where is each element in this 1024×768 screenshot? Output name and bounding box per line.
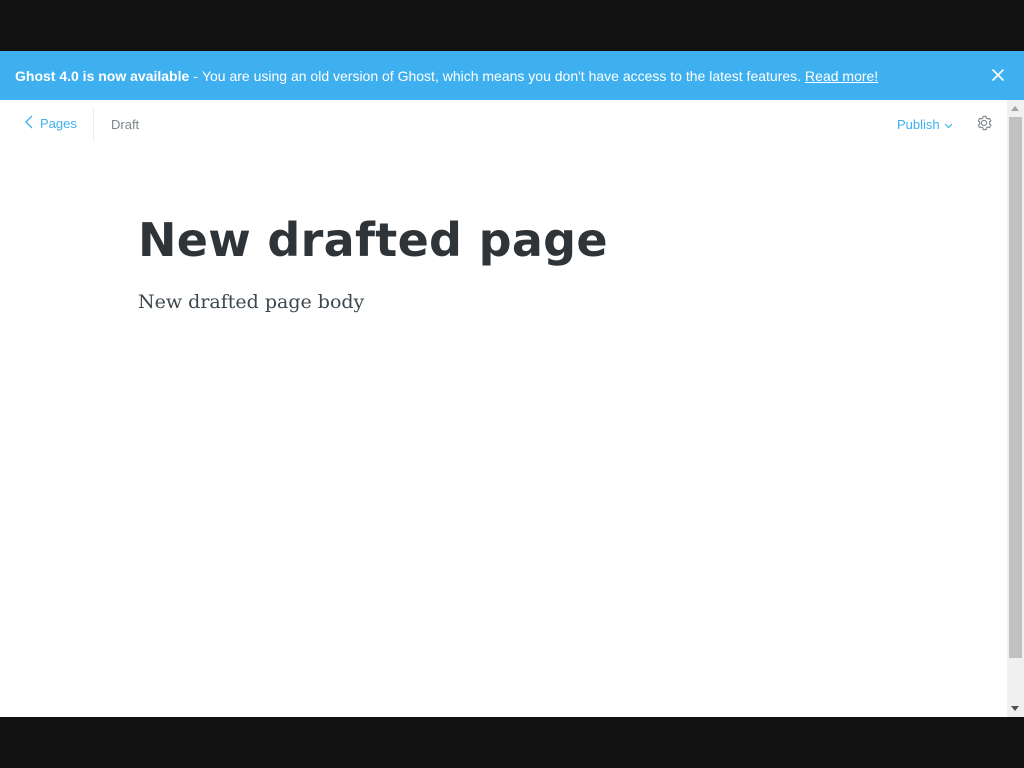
publish-button[interactable]: Publish [897, 117, 953, 132]
chevron-left-icon [24, 115, 40, 132]
close-icon[interactable] [990, 67, 1006, 83]
banner-message: You are using an old version of Ghost, w… [201, 67, 802, 84]
app-viewport: Ghost 4.0 is now available - You are usi… [0, 51, 1024, 717]
scroll-up-arrow[interactable] [1011, 106, 1019, 111]
editor-header: Pages Draft Publish [0, 100, 1007, 150]
scroll-thumb[interactable] [1009, 117, 1022, 658]
status-label: Draft [111, 117, 140, 132]
chevron-down-icon [940, 117, 953, 132]
page-title[interactable]: New drafted page [138, 213, 608, 267]
vertical-scrollbar[interactable] [1007, 100, 1024, 717]
read-more-link[interactable]: Read more! [805, 68, 878, 84]
gear-icon[interactable] [975, 114, 993, 132]
header-divider [93, 108, 94, 142]
banner-separator: - [193, 67, 198, 84]
back-label: Pages [40, 116, 77, 131]
page-body[interactable]: New drafted page body [138, 291, 364, 313]
update-banner: Ghost 4.0 is now available - You are usi… [0, 51, 1024, 100]
publish-label: Publish [897, 117, 940, 132]
banner-title: Ghost 4.0 is now available [15, 67, 190, 84]
scroll-down-arrow[interactable] [1011, 706, 1019, 711]
back-to-pages-link[interactable]: Pages [24, 115, 77, 132]
